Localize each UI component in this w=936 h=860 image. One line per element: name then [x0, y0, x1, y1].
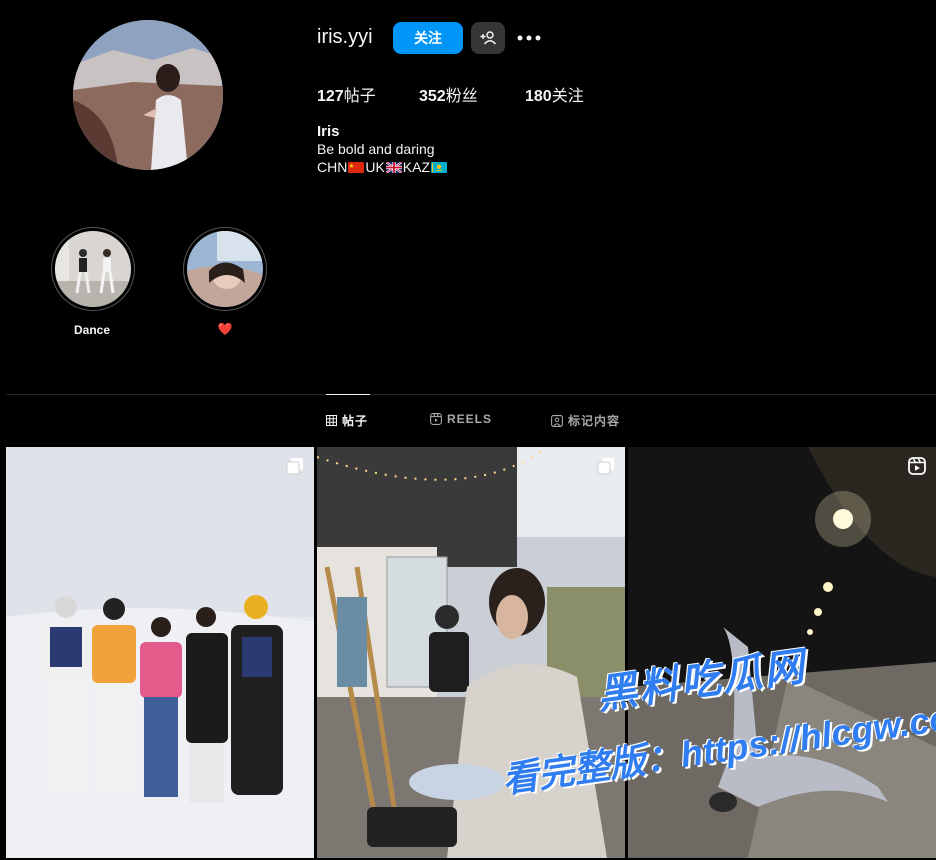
highlight-label: Dance [73, 323, 111, 337]
tab-tagged[interactable]: 标记内容 [551, 412, 620, 429]
username: iris.yyi [317, 26, 373, 48]
bio-text-chn: CHN [317, 159, 348, 175]
follow-button[interactable]: 关注 [393, 22, 463, 54]
following-stat[interactable]: 180关注 [525, 82, 584, 106]
add-user-button[interactable] [471, 22, 505, 54]
following-label: 关注 [551, 88, 584, 105]
china-flag-icon [348, 162, 365, 173]
tab-tagged-label: 标记内容 [568, 414, 621, 428]
tagged-icon [551, 414, 563, 427]
more-options-button[interactable] [516, 26, 542, 50]
bio-text-kaz: KAZ [402, 159, 431, 175]
followers-label: 粉丝 [445, 88, 478, 105]
highlight-dance[interactable] [51, 227, 135, 311]
highlight-thumbnail [187, 231, 263, 307]
post-tile[interactable] [6, 447, 314, 858]
carousel-icon [597, 458, 614, 475]
posts-count: 127 [317, 88, 344, 105]
tab-reels-label: REELS [447, 412, 493, 426]
tab-posts[interactable]: 帖子 [326, 412, 368, 429]
highlight-thumbnail [55, 231, 131, 307]
bio-text-uk: UK [365, 159, 385, 175]
posts-stat: 127帖子 [317, 82, 376, 106]
bio-line-1: Be bold and daring [317, 141, 435, 157]
section-divider [6, 394, 936, 395]
carousel-icon [286, 458, 303, 475]
posts-label: 帖子 [343, 88, 376, 105]
post-image [317, 447, 625, 858]
followers-count: 352 [419, 88, 446, 105]
kazakhstan-flag-icon [431, 162, 448, 173]
highlight-ring [51, 227, 135, 311]
post-image [6, 447, 314, 858]
profile-avatar[interactable] [73, 20, 223, 170]
bio-line-2: CHN UK KAZ [317, 159, 448, 175]
grid-icon [326, 415, 337, 426]
highlight-label: ❤️ [217, 322, 233, 336]
tab-reels[interactable]: REELS [430, 412, 492, 426]
uk-flag-icon [385, 162, 402, 173]
followers-stat[interactable]: 352粉丝 [419, 82, 478, 106]
post-tile[interactable] [317, 447, 625, 858]
reels-icon [430, 413, 442, 425]
full-name: Iris [317, 123, 340, 140]
following-count: 180 [525, 88, 552, 105]
highlight-ring [183, 227, 267, 311]
highlight-heart[interactable] [183, 227, 267, 311]
tab-posts-label: 帖子 [342, 414, 369, 428]
add-user-icon [480, 31, 496, 45]
more-icon [517, 35, 541, 41]
reel-icon [908, 457, 926, 475]
active-tab-indicator [326, 394, 370, 395]
